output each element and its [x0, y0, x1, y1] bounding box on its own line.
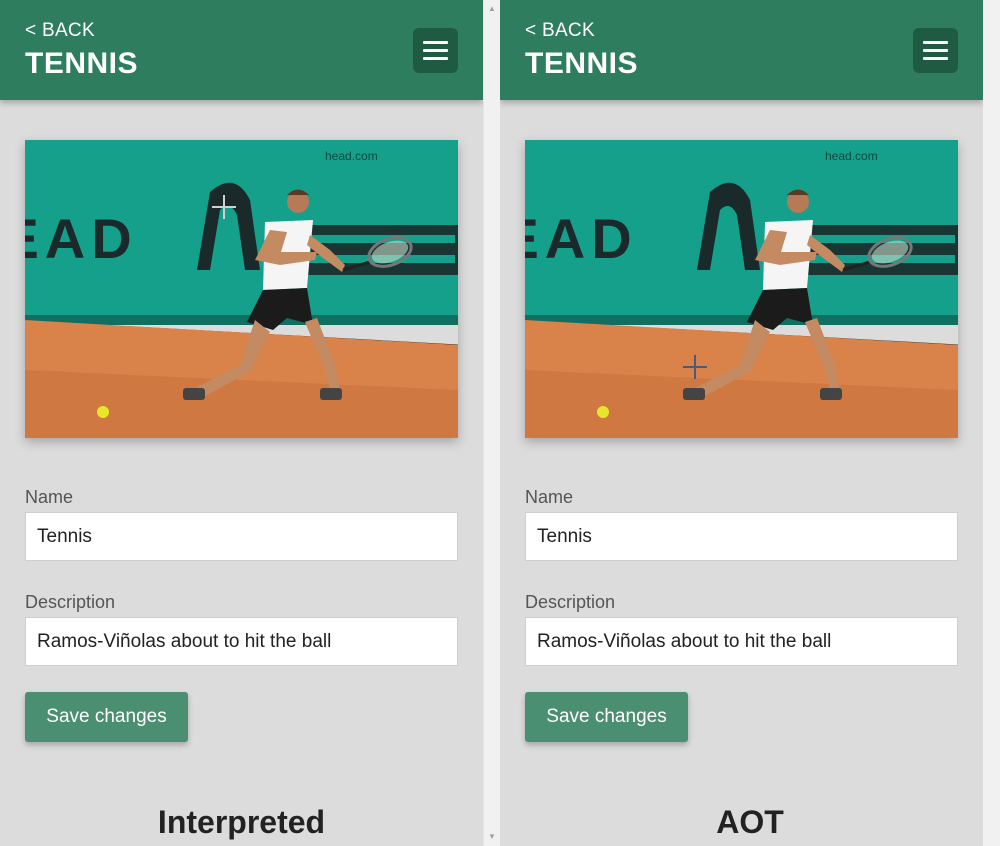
wall-logo-text: HEAD	[525, 207, 638, 270]
tennis-photo-image: head.com HEAD	[525, 140, 958, 438]
page-title: TENNIS	[525, 47, 639, 80]
name-label: Name	[525, 487, 574, 507]
tennis-photo-image: head.com HEAD	[25, 140, 458, 438]
page-title: TENNIS	[25, 47, 139, 80]
watermark-text: head.com	[825, 149, 878, 163]
description-label: Description	[525, 592, 616, 612]
scrollbar[interactable]: ▲ ▼	[483, 0, 500, 846]
scroll-down-icon[interactable]: ▼	[488, 833, 496, 841]
panel-caption: Interpreted	[157, 804, 326, 840]
description-label: Description	[25, 592, 116, 612]
hamburger-menu-icon	[923, 41, 948, 44]
back-link[interactable]: < BACK	[25, 20, 95, 42]
wall-logo-text: HEAD	[25, 207, 138, 270]
panel-interpreted: < BACK TENNIS head.com HEAD	[0, 0, 483, 846]
tennis-photo: head.com HEAD	[25, 140, 458, 438]
back-link[interactable]: < BACK	[525, 20, 595, 42]
description-input[interactable]	[525, 617, 958, 666]
scroll-up-icon[interactable]: ▲	[488, 5, 496, 13]
menu-button[interactable]	[413, 28, 458, 73]
tennis-photo: head.com HEAD	[525, 140, 958, 438]
watermark-text: head.com	[325, 149, 378, 163]
app-header: < BACK TENNIS	[0, 0, 483, 100]
menu-button[interactable]	[913, 28, 958, 73]
app-header: < BACK TENNIS	[500, 0, 983, 100]
description-input[interactable]	[25, 617, 458, 666]
panel-caption: AOT	[716, 804, 784, 840]
scrollbar[interactable]	[983, 0, 1000, 846]
name-input[interactable]	[25, 512, 458, 561]
name-label: Name	[25, 487, 74, 507]
save-changes-button[interactable]: Save changes	[525, 692, 688, 742]
comparison-stage: < BACK TENNIS head.com HEAD	[0, 0, 1000, 846]
panel-aot: < BACK TENNIS head.com HEAD	[500, 0, 983, 846]
name-input[interactable]	[525, 512, 958, 561]
hamburger-menu-icon	[423, 41, 448, 44]
save-changes-button[interactable]: Save changes	[25, 692, 188, 742]
